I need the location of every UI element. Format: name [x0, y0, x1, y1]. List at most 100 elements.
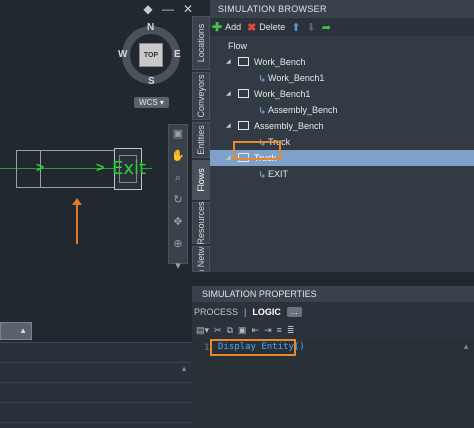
tree-node-label: Work_Bench — [254, 57, 306, 67]
tree-node-flow[interactable]: Flow — [210, 38, 474, 54]
tab-path-networks[interactable]: Path Networks — [192, 246, 210, 272]
logic-editor-toolbar: ▤▾ ✂ ⧉ ▣ ⇤ ⇥ ≡ ≣ — [192, 322, 474, 338]
route-link-icon: ↳ — [258, 170, 267, 181]
browser-toolbar: ✚ Add ✖ Delete ⬆ ⬇ ➦ — [210, 18, 474, 36]
ucs-y-axis-arrow — [72, 198, 82, 244]
exit-label: Exit — [112, 158, 147, 179]
wcs-menu[interactable]: WCS ▾ — [134, 97, 169, 108]
compass-east[interactable]: E — [174, 49, 181, 60]
tree-node-work-bench-1[interactable]: ◢ Work_Bench1 — [210, 86, 474, 102]
tree-node-work-bench-1-link[interactable]: ↳ Work_Bench1 — [210, 70, 474, 86]
tab-process[interactable]: PROCESS — [194, 307, 238, 317]
outdent-icon[interactable]: ⇤ — [252, 325, 260, 336]
logic-code-editor[interactable]: 1 Display Entity() ▲ — [192, 339, 474, 428]
tab-label: Conveyors — [196, 74, 206, 118]
more-options-button[interactable]: ... — [286, 307, 302, 317]
command-area: ▲ ▲ — [0, 322, 192, 428]
expand-caret-icon[interactable]: ◢ — [226, 150, 231, 166]
compass-north[interactable]: N — [147, 22, 154, 33]
tab-label: Entities — [196, 125, 206, 155]
orbit-icon[interactable]: ↻ — [169, 191, 187, 209]
viewport-window-controls: ◆ — ✕ — [141, 2, 192, 16]
tab-label: Locations — [196, 23, 206, 63]
location-box-icon — [238, 121, 249, 130]
location-box-icon — [238, 89, 249, 98]
properties-tabs: PROCESS | LOGIC ... — [192, 302, 474, 322]
copy-icon[interactable]: ⧉ — [227, 325, 233, 336]
uncomment-icon[interactable]: ≣ — [287, 325, 295, 336]
move-icon[interactable]: ✥ — [169, 213, 187, 231]
zoom-extents-icon[interactable]: ⊕ — [169, 235, 187, 253]
compass-south[interactable]: S — [148, 76, 155, 87]
move-down-icon[interactable]: ⬇ — [307, 21, 316, 34]
tab-label: Flows — [196, 168, 206, 192]
tab-conveyors[interactable]: Conveyors — [192, 72, 210, 120]
tree-node-label: Assembly_Bench — [268, 105, 338, 115]
viewcube[interactable]: TOP N S E W — [118, 22, 184, 88]
tab-logic[interactable]: LOGIC — [252, 307, 281, 317]
tree-node-exit-link[interactable]: ↳ EXIT — [210, 166, 474, 182]
minimize-icon[interactable]: — — [161, 2, 175, 16]
code-scroll-up-icon[interactable]: ▲ — [462, 342, 470, 351]
tab-label: Resources — [196, 201, 206, 245]
flow-arrow-icon: > — [96, 159, 105, 175]
wcs-label: WCS — [139, 98, 158, 107]
command-history-row — [0, 403, 192, 423]
indent-icon[interactable]: ⇥ — [264, 325, 272, 336]
tree-node-label: Flow — [228, 41, 248, 51]
code-highlight-box — [210, 339, 296, 356]
tab-label: Path Networks — [196, 247, 206, 271]
pan-icon[interactable]: ✋ — [169, 147, 187, 165]
tree-node-assembly-bench[interactable]: ◢ Assembly_Bench — [210, 118, 474, 134]
browser-vertical-tabs: Locations Conveyors Entities Flows Resou… — [192, 16, 210, 272]
restore-icon[interactable]: ◆ — [141, 2, 155, 16]
flow-arrow-icon: > — [36, 159, 45, 175]
tree-node-label: EXIT — [268, 169, 289, 179]
tree-node-label: Work_Bench1 — [254, 89, 311, 99]
command-history-row — [0, 343, 192, 363]
delete-x-icon: ✖ — [247, 21, 257, 34]
zoom-icon[interactable]: ⌕ — [169, 169, 187, 187]
location-box-icon — [238, 57, 249, 66]
close-icon[interactable]: ✕ — [181, 2, 192, 16]
tree-node-assembly-bench-link[interactable]: ↳ Assembly_Bench — [210, 102, 474, 118]
tree-node-label: Assembly_Bench — [254, 121, 324, 131]
tab-separator: | — [244, 307, 247, 317]
nav-menu-chevron-icon[interactable]: ▾ — [169, 257, 187, 275]
expand-caret-icon[interactable]: ◢ — [226, 86, 231, 102]
truck-highlight-box — [233, 141, 281, 160]
insert-statement-icon[interactable]: ▤▾ — [196, 325, 209, 336]
tab-entities[interactable]: Entities — [192, 122, 210, 158]
tree-node-label: Work_Bench1 — [268, 73, 325, 83]
command-history-row — [0, 363, 192, 383]
tab-locations[interactable]: Locations — [192, 16, 210, 70]
properties-title: SIMULATION PROPERTIES — [192, 286, 474, 302]
simulation-properties-panel: SIMULATION PROPERTIES PROCESS | LOGIC ..… — [192, 286, 474, 428]
redo-arrow-icon[interactable]: ➦ — [322, 21, 331, 34]
compass-west[interactable]: W — [118, 49, 127, 60]
cut-icon[interactable]: ✂ — [214, 325, 222, 336]
command-history-row — [0, 383, 192, 403]
tab-flows[interactable]: Flows — [192, 160, 210, 200]
comment-icon[interactable]: ≡ — [277, 325, 282, 335]
simulation-browser-panel: SIMULATION BROWSER ✚ Add ✖ Delete ⬆ ⬇ ➦ … — [210, 0, 474, 272]
viewcube-top-face[interactable]: TOP — [139, 43, 163, 67]
steering-wheel-icon[interactable]: ▣ — [169, 125, 187, 143]
command-expand-button[interactable]: ▲ — [0, 322, 32, 340]
delete-label: Delete — [259, 22, 286, 32]
paste-icon[interactable]: ▣ — [238, 325, 247, 336]
navigation-bar: ▣ ✋ ⌕ ↻ ✥ ⊕ ▾ — [168, 124, 188, 272]
browser-title: SIMULATION BROWSER — [210, 0, 474, 18]
command-history[interactable] — [0, 342, 192, 428]
command-scroll-up-icon[interactable]: ▲ — [180, 364, 188, 373]
tab-resources[interactable]: Resources — [192, 201, 210, 245]
tree-node-work-bench[interactable]: ◢ Work_Bench — [210, 54, 474, 70]
move-up-icon[interactable]: ⬆ — [291, 21, 300, 34]
add-label: Add — [225, 22, 242, 32]
delete-button[interactable]: ✖ Delete — [247, 21, 285, 34]
model-viewport[interactable]: ◆ — ✕ TOP N S E W WCS ▾ ▣ ✋ ⌕ ↻ ✥ ⊕ ▾ > … — [0, 0, 192, 428]
expand-caret-icon[interactable]: ◢ — [226, 118, 231, 134]
add-button[interactable]: ✚ Add — [212, 20, 241, 34]
app-root: ◆ — ✕ TOP N S E W WCS ▾ ▣ ✋ ⌕ ↻ ✥ ⊕ ▾ > … — [0, 0, 474, 428]
expand-caret-icon[interactable]: ◢ — [226, 54, 231, 70]
